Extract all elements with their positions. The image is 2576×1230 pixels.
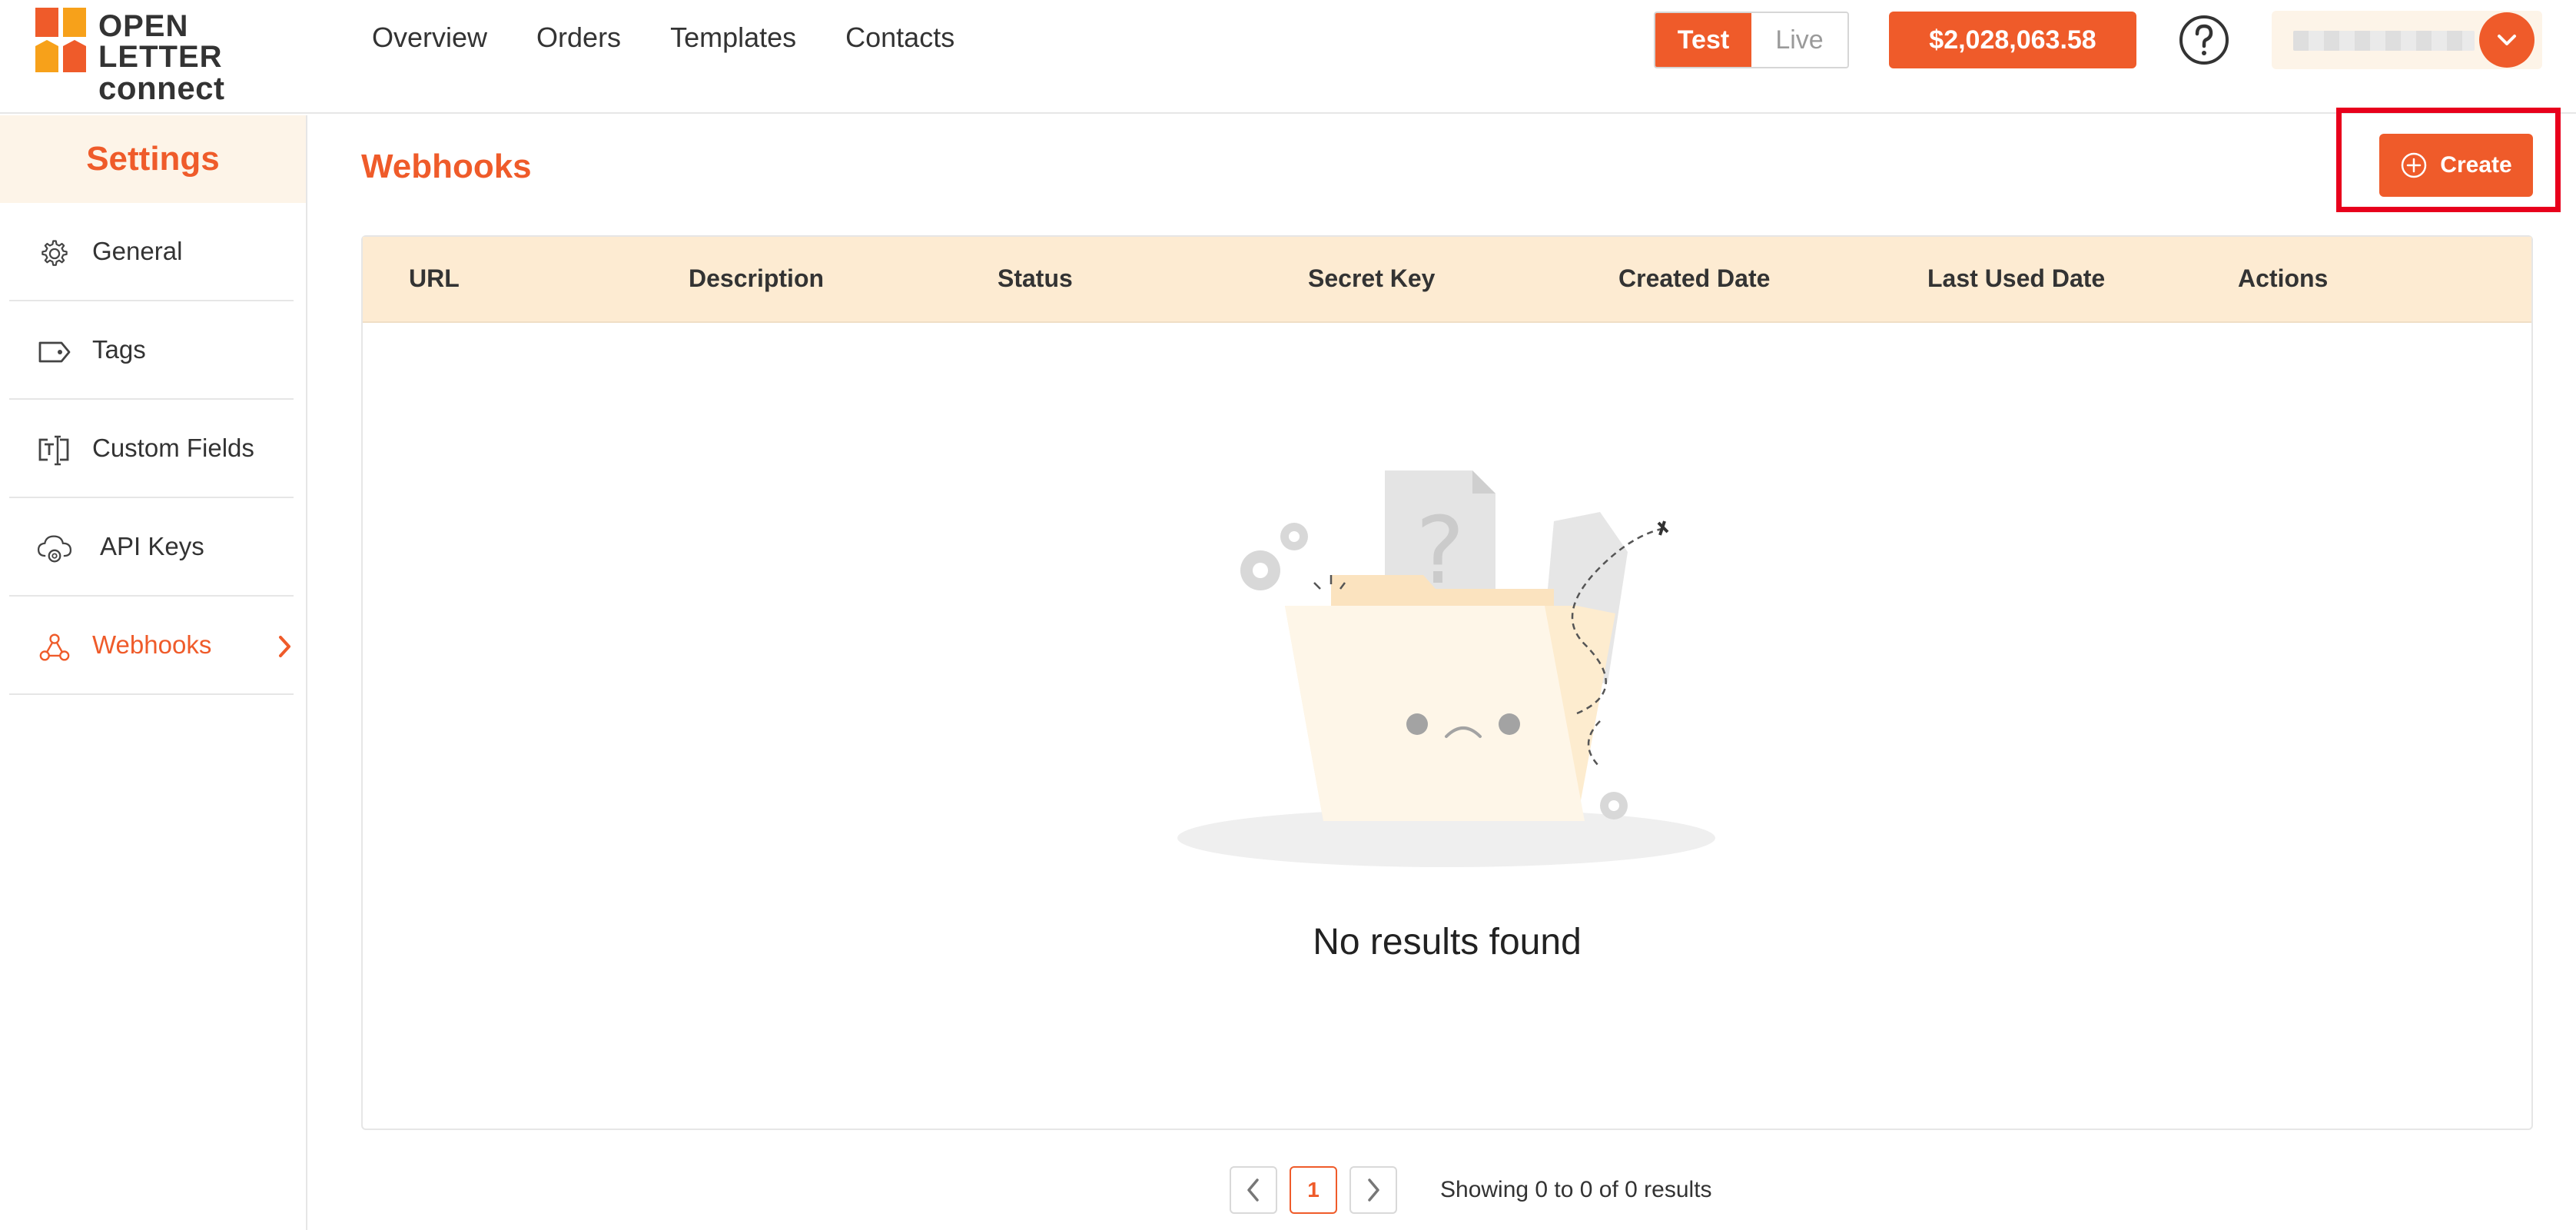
brand-wordmark: OPEN LETTER connect: [98, 11, 320, 105]
column-header-actions: Actions: [2238, 264, 2329, 292]
sidebar-item-api-keys[interactable]: API Keys: [9, 498, 294, 597]
sidebar-item-label: General: [92, 237, 183, 265]
chevron-down-icon: [2498, 35, 2516, 45]
plus-circle-icon: [2402, 152, 2427, 178]
sidebar-item-label: Tags: [92, 335, 146, 364]
column-header-description: Description: [689, 264, 825, 292]
chevron-right-icon: [1368, 1178, 1379, 1202]
sidebar-header: Settings: [0, 115, 306, 203]
column-header-status: Status: [998, 264, 1073, 292]
nav-contacts[interactable]: Contacts: [845, 22, 954, 54]
text-field-icon: [38, 435, 69, 466]
chevron-right-icon: [279, 636, 290, 657]
pagination-info: Showing 0 to 0 of 0 results: [1440, 1177, 1712, 1202]
sidebar-item-label: Custom Fields: [92, 434, 254, 462]
user-menu[interactable]: [2272, 11, 2542, 69]
balance-button[interactable]: $2,028,063.58: [1889, 12, 2136, 68]
sidebar-item-webhooks[interactable]: Webhooks: [9, 597, 294, 695]
column-header-url: URL: [409, 264, 460, 292]
nav-templates[interactable]: Templates: [670, 22, 796, 54]
tag-icon: [38, 341, 71, 363]
column-header-created-date: Created Date: [1618, 264, 1771, 292]
brand-line-2: connect: [98, 70, 225, 106]
page-title: Webhooks: [361, 148, 532, 185]
empty-folder-illustration: ?: [1177, 470, 1715, 867]
mode-toggle: Test Live: [1654, 12, 1849, 68]
create-button-label: Create: [2440, 152, 2512, 178]
help-icon[interactable]: [2178, 14, 2230, 66]
settings-sidebar: Settings General Tags Custom Fields API …: [0, 115, 307, 1230]
nav-orders[interactable]: Orders: [536, 22, 621, 54]
sidebar-title: Settings: [86, 140, 220, 178]
column-header-secret-key: Secret Key: [1308, 264, 1436, 292]
sidebar-item-label: Webhooks: [92, 630, 212, 659]
next-page-button[interactable]: [1349, 1166, 1397, 1214]
nav-overview[interactable]: Overview: [372, 22, 487, 54]
table-header: URL Description Status Secret Key Create…: [363, 237, 2531, 323]
sidebar-item-tags[interactable]: Tags: [9, 301, 294, 400]
main-nav: Overview Orders Templates Contacts: [372, 22, 954, 54]
webhook-icon: [39, 633, 70, 661]
cloud-gear-icon: [37, 535, 72, 563]
mode-live-button[interactable]: Live: [1751, 13, 1847, 67]
page-number-button[interactable]: 1: [1290, 1166, 1337, 1214]
user-name-redacted: [2293, 31, 2475, 51]
sidebar-item-label: API Keys: [100, 532, 204, 560]
brand-logo[interactable]: OPEN LETTER connect: [35, 8, 320, 105]
gear-icon: [41, 240, 68, 266]
empty-state-message: No results found: [1313, 922, 1582, 962]
previous-page-button[interactable]: [1230, 1166, 1277, 1214]
sidebar-item-general[interactable]: General: [9, 203, 294, 301]
top-bar: OPEN LETTER connect Overview Orders Temp…: [0, 0, 2576, 114]
sidebar-item-custom-fields[interactable]: Custom Fields: [9, 400, 294, 498]
user-menu-toggle[interactable]: [2479, 12, 2535, 68]
logo-mark-icon: [35, 8, 86, 72]
sidebar-list: General Tags Custom Fields API Keys Webh…: [9, 203, 294, 695]
chevron-left-icon: [1247, 1178, 1259, 1202]
pagination: 1 Showing 0 to 0 of 0 results: [1230, 1165, 1712, 1215]
create-button[interactable]: Create: [2379, 134, 2533, 197]
mode-test-button[interactable]: Test: [1655, 13, 1751, 67]
webhooks-table: URL Description Status Secret Key Create…: [361, 235, 2533, 1130]
column-header-last-used-date: Last Used Date: [1927, 264, 2106, 292]
brand-line-1: OPEN LETTER: [98, 9, 223, 74]
